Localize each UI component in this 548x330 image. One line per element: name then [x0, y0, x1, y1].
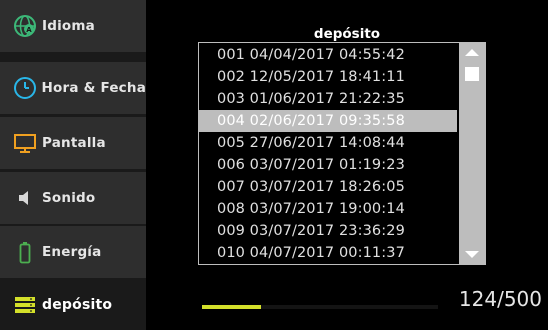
- scrollbar[interactable]: [459, 43, 485, 264]
- scrollbar-thumb[interactable]: [465, 67, 479, 81]
- list-item[interactable]: 010 04/07/2017 00:11:37: [199, 242, 457, 264]
- list-item[interactable]: 001 04/04/2017 04:55:42: [199, 44, 457, 66]
- settings-sidebar: A Idioma Hora & Fecha Pantalla Sonido En…: [0, 0, 146, 330]
- monitor-icon: [12, 130, 38, 156]
- sidebar-item-deposito[interactable]: depósito: [0, 280, 146, 330]
- list-item[interactable]: 003 01/06/2017 21:22:35: [199, 88, 457, 110]
- sidebar-item-hora-fecha[interactable]: Hora & Fecha: [0, 62, 146, 115]
- records-list[interactable]: 001 04/04/2017 04:55:42 002 12/05/2017 1…: [198, 42, 486, 265]
- sidebar-item-label: Hora & Fecha: [41, 80, 146, 96]
- storage-icon: [12, 292, 38, 318]
- record-counter: 124/500: [458, 287, 542, 311]
- battery-icon: [12, 239, 38, 265]
- list-item[interactable]: 006 03/07/2017 01:19:23: [199, 154, 457, 176]
- list-item[interactable]: 002 12/05/2017 18:41:11: [199, 66, 457, 88]
- storage-usage-fill: [202, 305, 261, 309]
- sidebar-item-pantalla[interactable]: Pantalla: [0, 117, 146, 170]
- sidebar-item-label: Idioma: [42, 18, 95, 34]
- sidebar-item-label: Sonido: [42, 190, 96, 206]
- sidebar-item-energia[interactable]: Energía: [0, 226, 146, 279]
- globe-icon: A: [12, 13, 38, 39]
- svg-text:A: A: [26, 26, 32, 34]
- storage-usage-bar: [202, 305, 438, 309]
- records-rows: 001 04/04/2017 04:55:42 002 12/05/2017 1…: [199, 44, 457, 264]
- sidebar-item-label: Pantalla: [42, 135, 106, 151]
- list-item[interactable]: 009 03/07/2017 23:36:29: [199, 220, 457, 242]
- clock-icon: [12, 75, 38, 101]
- list-item-selected[interactable]: 004 02/06/2017 09:35:58: [199, 110, 457, 132]
- list-item[interactable]: 007 03/07/2017 18:26:05: [199, 176, 457, 198]
- scroll-up-icon[interactable]: [465, 49, 479, 56]
- deposit-panel: depósito 001 04/04/2017 04:55:42 002 12/…: [146, 0, 548, 330]
- scroll-down-icon[interactable]: [465, 251, 479, 258]
- sidebar-item-label: Energía: [42, 244, 102, 260]
- sidebar-item-idioma[interactable]: A Idioma: [0, 0, 146, 53]
- sidebar-item-label: depósito: [42, 297, 113, 313]
- speaker-icon: [12, 185, 38, 211]
- list-item[interactable]: 008 03/07/2017 19:00:14: [199, 198, 457, 220]
- list-item[interactable]: 005 27/06/2017 14:08:44: [199, 132, 457, 154]
- sidebar-item-sonido[interactable]: Sonido: [0, 172, 146, 225]
- page-title: depósito: [313, 26, 381, 42]
